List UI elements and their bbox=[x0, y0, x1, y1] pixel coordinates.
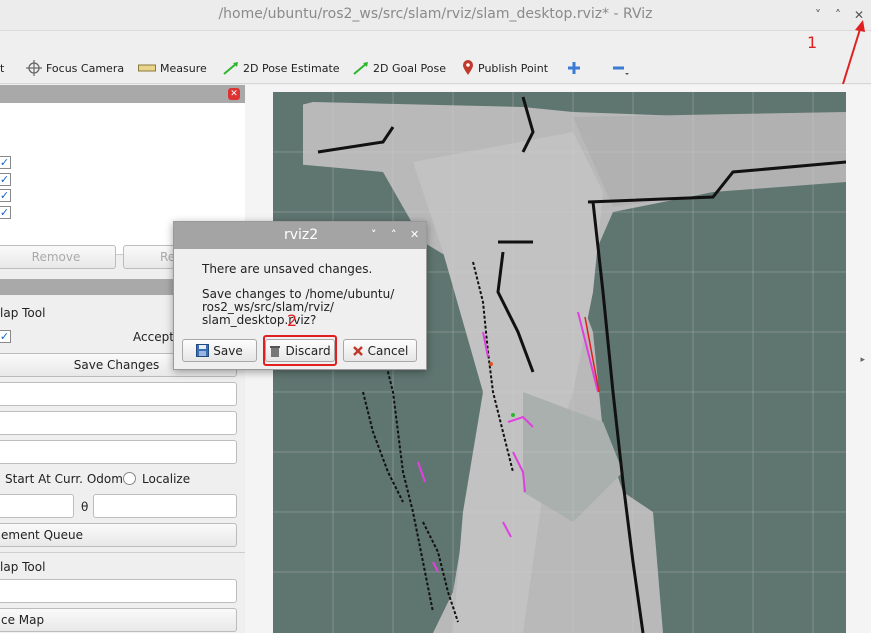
discard-highlight-box bbox=[263, 335, 337, 366]
dialog-titlebar: rviz2 ˅ ˄ ✕ bbox=[174, 222, 426, 249]
plus-icon bbox=[568, 62, 580, 74]
remove-display-button[interactable]: Remove bbox=[0, 245, 116, 269]
robot-marker bbox=[511, 413, 515, 417]
tool-label: lap Tool bbox=[0, 306, 46, 320]
cancel-button[interactable]: Cancel bbox=[343, 339, 417, 362]
publish-point-tool[interactable]: Publish Point bbox=[462, 59, 548, 77]
display-checkbox[interactable]: ✓ bbox=[0, 206, 11, 219]
measure-label: Measure bbox=[160, 61, 207, 75]
focus-camera-label: Focus Camera bbox=[46, 61, 125, 75]
accept-label: Accept bbox=[133, 330, 174, 344]
save-button[interactable]: Save bbox=[182, 339, 257, 362]
goal-arrow-icon bbox=[353, 62, 368, 75]
dialog-message: slam_desktop.rviz? bbox=[202, 313, 317, 327]
text-field[interactable] bbox=[0, 579, 237, 603]
start-at-odom-label[interactable]: Start At Curr. Odom bbox=[5, 472, 123, 486]
text-field[interactable] bbox=[0, 440, 237, 464]
theta-label: θ bbox=[81, 500, 89, 514]
menu-bar bbox=[0, 31, 871, 51]
map-button[interactable]: ce Map bbox=[0, 608, 237, 632]
window-title: /home/ubuntu/ros2_ws/src/slam/rviz/slam_… bbox=[218, 6, 653, 22]
unknown-region bbox=[578, 162, 846, 633]
panel-close-icon[interactable]: ✕ bbox=[228, 88, 240, 100]
annotation-marker-1: 1 bbox=[807, 33, 818, 52]
text-field[interactable] bbox=[0, 411, 237, 435]
localize-radio[interactable] bbox=[123, 472, 136, 485]
annotation-marker-2: 2 bbox=[287, 311, 298, 330]
cancel-label: Cancel bbox=[367, 343, 409, 358]
partial-tool-label: t bbox=[0, 61, 5, 75]
localize-label[interactable]: Localize bbox=[142, 472, 190, 486]
toolbar: t Focus Camera Measure 2D Pose Estimate … bbox=[0, 51, 871, 84]
pose-arrow-icon bbox=[223, 62, 238, 75]
annotation-arrow bbox=[842, 20, 865, 85]
display-checkbox[interactable]: ✓ bbox=[0, 156, 11, 169]
dialog-close-button[interactable]: ✕ bbox=[410, 228, 419, 241]
pose-estimate-label: 2D Pose Estimate bbox=[243, 61, 340, 75]
map-pin-icon bbox=[463, 60, 473, 75]
toolbar-partial-tool[interactable]: t bbox=[0, 59, 4, 77]
publish-point-label: Publish Point bbox=[478, 61, 549, 75]
remove-tool-button[interactable] bbox=[612, 59, 634, 77]
displays-panel-header: ✕ bbox=[0, 85, 245, 103]
text-field[interactable] bbox=[0, 382, 237, 406]
goal-pose-label: 2D Goal Pose bbox=[373, 61, 446, 75]
minimize-button[interactable]: ˅ bbox=[810, 7, 826, 23]
window-titlebar: /home/ubuntu/ros2_ws/src/slam/rviz/slam_… bbox=[0, 0, 871, 31]
dialog-message: Save changes to /home/ubuntu/ bbox=[202, 287, 395, 301]
theta-field[interactable] bbox=[93, 494, 237, 518]
queue-button[interactable]: ement Queue bbox=[0, 523, 237, 547]
display-checkbox[interactable]: ✓ bbox=[0, 189, 11, 202]
divider bbox=[0, 552, 245, 553]
focus-camera-tool[interactable]: Focus Camera bbox=[26, 59, 124, 77]
pose-estimate-tool[interactable]: 2D Pose Estimate bbox=[223, 59, 340, 77]
measure-tool[interactable]: Measure bbox=[138, 59, 207, 77]
expand-arrow-icon[interactable]: ▸ bbox=[860, 355, 865, 365]
dialog-message: There are unsaved changes. bbox=[202, 262, 373, 276]
tool-label: lap Tool bbox=[0, 560, 46, 574]
cancel-x-icon bbox=[352, 345, 363, 356]
floppy-icon bbox=[196, 344, 210, 357]
focus-camera-icon bbox=[26, 60, 42, 76]
display-checkbox[interactable]: ✓ bbox=[0, 173, 11, 186]
dialog-message: ros2_ws/src/slam/rviz/ bbox=[202, 300, 334, 314]
position-field[interactable] bbox=[0, 494, 74, 518]
robot-marker bbox=[489, 362, 493, 366]
measure-icon bbox=[138, 64, 156, 72]
dialog-minimize-button[interactable]: ˅ bbox=[371, 228, 377, 241]
minus-icon bbox=[613, 66, 629, 75]
option-checkbox[interactable]: ✓ bbox=[0, 330, 11, 343]
dialog-title: rviz2 bbox=[284, 227, 319, 243]
unsaved-changes-dialog: rviz2 ˅ ˄ ✕ There are unsaved changes. S… bbox=[173, 221, 427, 370]
goal-pose-tool[interactable]: 2D Goal Pose bbox=[353, 59, 446, 77]
add-tool-button[interactable] bbox=[567, 59, 585, 77]
save-label: Save bbox=[213, 343, 243, 358]
dialog-maximize-button[interactable]: ˄ bbox=[391, 228, 397, 241]
